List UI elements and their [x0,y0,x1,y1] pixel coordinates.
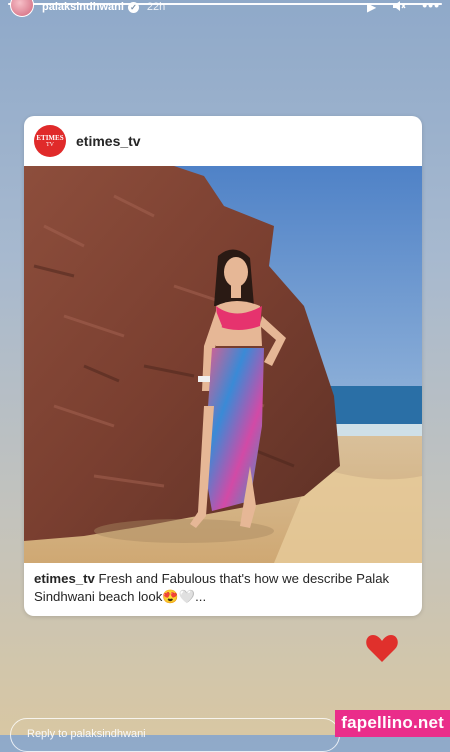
post-caption: etimes_tv Fresh and Fabulous that's how … [24,563,422,606]
logo-text-bottom: TV [46,141,54,148]
post-account-name[interactable]: etimes_tv [76,133,141,149]
story-username[interactable]: palaksindhwani [42,1,124,13]
avatar[interactable] [10,0,34,17]
reply-placeholder: Reply to palaksindhwani [27,728,146,740]
story-time: 22h [146,1,166,13]
reply-input[interactable]: Reply to palaksindhwani [10,718,340,752]
account-logo[interactable]: ETIMES TV [34,125,66,157]
post-photo[interactable] [24,166,422,563]
story-header: palaksindhwani ✓ 22h ▶ ••• [0,0,450,17]
verified-badge-icon: ✓ [127,1,139,13]
story-controls: ▶ ••• [367,0,440,14]
more-options-icon[interactable]: ••• [422,0,440,12]
heart-icon[interactable] [364,630,400,666]
mute-icon[interactable] [392,0,406,14]
caption-username[interactable]: etimes_tv [34,571,95,586]
post-header: ETIMES TV etimes_tv [24,116,422,166]
shared-post-card[interactable]: ETIMES TV etimes_tv etimes_tv Fresh and … [24,116,422,616]
logo-text-top: ETIMES [36,133,64,142]
watermark: fapellino.net [335,710,450,737]
play-icon[interactable]: ▶ [367,1,376,13]
